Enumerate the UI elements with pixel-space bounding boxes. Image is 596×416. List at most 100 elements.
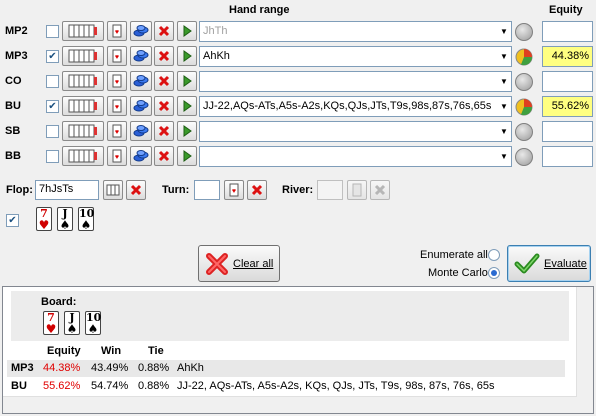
chips-button[interactable] <box>130 96 152 116</box>
green-arrow-icon <box>183 125 192 137</box>
turn-input[interactable] <box>194 180 220 200</box>
dropdown-arrow-icon[interactable]: ▼ <box>497 22 511 41</box>
range-matrix-button[interactable] <box>62 96 104 116</box>
results-row[interactable]: MP3 44.38% 43.49% 0.88% AhKh <box>7 360 565 377</box>
board-card: 10 ♠ <box>78 207 94 231</box>
show-board-checkbox[interactable]: ✔ <box>6 214 19 227</box>
hand-range-text: AhKh <box>203 50 230 62</box>
hand-picker-button[interactable]: ♥ <box>107 146 127 166</box>
range-matrix-button[interactable] <box>62 71 104 91</box>
apply-range-button[interactable] <box>177 71 197 91</box>
chips-button[interactable] <box>130 21 152 41</box>
dropdown-arrow-icon[interactable]: ▼ <box>497 97 511 116</box>
hand-picker-button[interactable]: ♥ <box>107 96 127 116</box>
hand-range-input[interactable]: ▼ <box>199 121 512 142</box>
monte-carlo-radio[interactable] <box>488 267 500 279</box>
svg-text:♥: ♥ <box>115 104 119 111</box>
cards-icon <box>68 24 97 38</box>
equity-value <box>542 21 593 42</box>
evaluate-button[interactable]: Evaluate <box>507 245 591 282</box>
clear-range-button[interactable] <box>154 96 174 116</box>
chips-button[interactable] <box>130 146 152 166</box>
clear-icon <box>206 252 228 275</box>
apply-range-button[interactable] <box>177 46 197 66</box>
card-icon <box>352 183 362 197</box>
range-matrix-button[interactable] <box>62 146 104 166</box>
clear-range-button[interactable] <box>154 121 174 141</box>
hand-range-input[interactable]: JhTh ▼ <box>199 21 512 42</box>
hand-range-input[interactable]: AhKh ▼ <box>199 46 512 67</box>
player-row-co: CO ♥ ▼ <box>0 71 596 93</box>
hand-range-input[interactable]: ▼ <box>199 146 512 167</box>
flop-card-picker-button[interactable] <box>103 180 123 200</box>
player-active-checkbox[interactable]: ✔ <box>46 100 59 113</box>
results-row[interactable]: BU 55.62% 54.74% 0.88% JJ-22, AQs-ATs, A5s-A… <box>7 378 565 395</box>
hand-card-icon: ♥ <box>112 149 122 163</box>
red-x-icon <box>158 150 170 162</box>
results-equity-header: Equity <box>47 345 81 357</box>
status-circle-icon <box>515 148 533 166</box>
clear-range-button[interactable] <box>154 46 174 66</box>
result-hand-range: JJ-22, AQs-ATs, A5s-A2s, KQs, QJs, JTs, … <box>177 380 495 392</box>
dropdown-arrow-icon[interactable]: ▼ <box>497 47 511 66</box>
position-label: SB <box>5 125 21 137</box>
result-hand-range: AhKh <box>177 362 204 374</box>
result-tie: 0.88% <box>138 362 170 374</box>
clear-range-button[interactable] <box>154 71 174 91</box>
hand-picker-button[interactable]: ♥ <box>107 71 127 91</box>
apply-range-button[interactable] <box>177 146 197 166</box>
river-card-picker-button[interactable] <box>347 180 367 200</box>
turn-clear-button[interactable] <box>247 180 267 200</box>
flop-input[interactable]: 7hJsTs <box>35 180 99 200</box>
hand-picker-button[interactable]: ♥ <box>107 46 127 66</box>
clear-all-button[interactable]: Clear all <box>198 245 280 282</box>
hand-range-input[interactable]: JJ-22,AQs-ATs,A5s-A2s,KQs,QJs,JTs,T9s,98… <box>199 96 512 117</box>
apply-range-button[interactable] <box>177 21 197 41</box>
grey-x-icon <box>374 184 386 196</box>
hand-card-icon: ♥ <box>112 124 122 138</box>
clear-range-button[interactable] <box>154 21 174 41</box>
range-matrix-button[interactable] <box>62 46 104 66</box>
range-matrix-button[interactable] <box>62 121 104 141</box>
position-label: MP2 <box>5 25 28 37</box>
player-active-checkbox[interactable]: ✔ <box>46 50 59 63</box>
player-active-checkbox[interactable] <box>46 125 59 138</box>
monte-carlo-label: Monte Carlo <box>428 267 488 279</box>
player-active-checkbox[interactable] <box>46 75 59 88</box>
enumerate-all-radio[interactable] <box>488 249 500 261</box>
chips-button[interactable] <box>130 46 152 66</box>
horizontal-scrollbar[interactable] <box>3 396 577 413</box>
river-label: River: <box>282 184 314 196</box>
card-suit: ♠ <box>66 322 78 336</box>
clear-all-label: Clear all <box>233 257 274 270</box>
hand-range-input[interactable]: ▼ <box>199 71 512 92</box>
board-card: 7 ♥ <box>43 311 59 335</box>
hand-picker-button[interactable]: ♥ <box>107 21 127 41</box>
turn-card-picker-button[interactable]: ♥ <box>224 180 244 200</box>
player-active-checkbox[interactable] <box>46 25 59 38</box>
red-x-icon <box>158 50 170 62</box>
player-row-bu: BU ✔ ♥ JJ-22,AQs-ATs,A5s-A2s,KQs,QJs,JTs,T9… <box>0 96 596 118</box>
enumerate-all-label: Enumerate all <box>420 249 488 261</box>
hand-card-icon: ♥ <box>112 99 122 113</box>
chips-button[interactable] <box>130 121 152 141</box>
range-matrix-button[interactable] <box>62 21 104 41</box>
dropdown-arrow-icon[interactable]: ▼ <box>497 147 511 166</box>
dropdown-arrow-icon[interactable]: ▼ <box>497 72 511 91</box>
result-equity: 44.38% <box>43 362 81 374</box>
river-clear-button[interactable] <box>370 180 390 200</box>
hand-card-icon: ♥ <box>112 49 122 63</box>
clear-range-button[interactable] <box>154 146 174 166</box>
player-active-checkbox[interactable] <box>46 150 59 163</box>
flop-clear-button[interactable] <box>126 180 146 200</box>
apply-range-button[interactable] <box>177 121 197 141</box>
river-input[interactable] <box>317 180 343 200</box>
svg-text:♥: ♥ <box>115 54 119 61</box>
hand-picker-button[interactable]: ♥ <box>107 121 127 141</box>
apply-range-button[interactable] <box>177 96 197 116</box>
cards-icon <box>68 74 97 88</box>
chips-button[interactable] <box>130 71 152 91</box>
dropdown-arrow-icon[interactable]: ▼ <box>497 122 511 141</box>
vertical-scrollbar[interactable] <box>576 287 593 413</box>
results-panel[interactable]: Board: 7 ♥ J ♠ 10 ♠ Equity Win Tie MP3 44.38% 4… <box>2 286 594 414</box>
